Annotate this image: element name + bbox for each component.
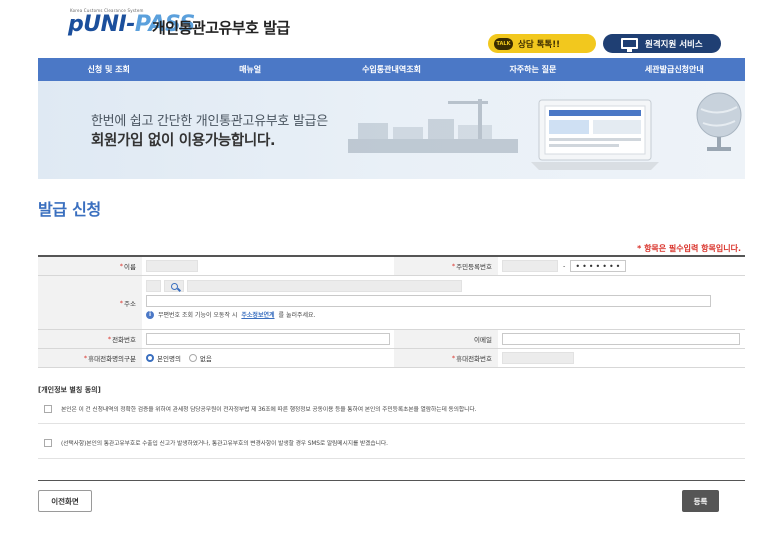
banner-line2: 회원가입 없이 이용가능합니다.: [91, 133, 276, 149]
address-info-prefix: 무편번호 조회 기능이 오동작 시: [158, 312, 238, 319]
rrn-masked: •••••••: [575, 261, 623, 271]
postcode-field[interactable]: [146, 280, 161, 292]
email-label: 이메일: [474, 336, 492, 344]
address-link[interactable]: 주소정보연계: [241, 310, 274, 319]
promo-banner: 한번에 쉽고 간단한 개인통관고유부호 발급은 회원가입 없이 이용가능합니다.: [38, 81, 745, 179]
name-field[interactable]: [146, 260, 198, 272]
banner-line1-suffix: 개인통관고유부호 발급은: [195, 114, 328, 129]
form-row-address: * 주소 i 무편번호 조회 기능이 오동작 시 주소정보연계 를 눌러주세요.: [38, 276, 745, 330]
chat-consult-button[interactable]: TALK 상담 톡톡!!: [488, 34, 596, 53]
search-icon: [170, 282, 178, 290]
mobile-field[interactable]: [502, 352, 574, 364]
mobile-label: 휴대전화번호: [456, 355, 492, 363]
email-label-cell: 이메일: [394, 330, 498, 348]
remote-support-label: 원격지원 서비스: [645, 39, 703, 50]
rrn-back-field[interactable]: •••••••: [570, 260, 627, 272]
mobile-type-label: 휴대전화명의구분: [88, 355, 136, 363]
phone-cell: [142, 330, 394, 348]
radio-none-label: 없음: [199, 355, 212, 363]
top-header: Korea Customs Clearance System pUNI-PASS…: [0, 0, 783, 58]
postcode-line: [146, 280, 462, 292]
phone-label-cell: * 전화번호: [38, 330, 142, 348]
consent-checkbox-1[interactable]: [44, 404, 52, 413]
info-icon: i: [146, 310, 154, 319]
phone-field[interactable]: [146, 333, 390, 345]
prev-screen-button[interactable]: 이전화면: [38, 490, 92, 512]
laptop-illustration: [531, 99, 659, 170]
address-cell: i 무편번호 조회 기능이 오동작 시 주소정보연계 를 눌러주세요.: [142, 276, 745, 329]
required-mark: *: [451, 262, 456, 270]
radio-dot-checked: [146, 354, 154, 362]
main-nav: 신청 및 조회 매뉴얼 수입통관내역조회 자주하는 질문 세관발급신청안내: [38, 58, 745, 81]
chat-bubble-icon: TALK: [494, 37, 513, 50]
name-label: 이름: [124, 263, 136, 271]
banner-line1-prefix: 한번에 쉽고 간단한: [91, 114, 196, 129]
radio-own-name-label: 본인명의: [157, 355, 181, 363]
rrn-dash: -: [563, 262, 566, 270]
required-mark: *: [119, 262, 124, 270]
address-label-cell: * 주소: [38, 276, 142, 329]
mobile-label-cell: * 휴대전화번호: [394, 349, 498, 367]
consent-text-1: 본인은 이 건 신청내역의 정확한 검증을 위하여 관세청 담당공무원이 전자정…: [61, 407, 477, 413]
required-mark: *: [119, 298, 124, 307]
nav-item-manual[interactable]: 매뉴얼: [179, 58, 320, 81]
postcode-search-button[interactable]: [164, 280, 184, 292]
divider-bottom: [38, 480, 745, 481]
globe-illustration: [696, 92, 742, 151]
phone-label: 전화번호: [112, 336, 136, 344]
required-mark: *: [451, 354, 456, 362]
site-title: 개인통관고유부호 발급: [152, 19, 290, 37]
consent-checkbox-2[interactable]: [44, 438, 52, 447]
form-row-mobile: * 휴대전화명의구분 본인명의 없음 * 휴대전화번호: [38, 349, 745, 368]
nav-item-customs-guide[interactable]: 세관발급신청안내: [604, 58, 745, 81]
logo-uni: UNI-: [83, 12, 135, 37]
divider: [38, 458, 745, 459]
form-row-name: * 이름 * 주민등록번호 - •••••••: [38, 257, 745, 276]
address-info-suffix: 를 눌러주세요.: [278, 312, 316, 319]
radio-own-name[interactable]: 본인명의: [146, 353, 181, 363]
email-cell: [498, 330, 745, 348]
cargo-ship-illustration: [348, 99, 518, 153]
rrn-front-field[interactable]: [502, 260, 558, 272]
banner-line1: 한번에 쉽고 간단한 개인통관고유부호 발급은: [91, 110, 328, 129]
address-detail-field[interactable]: [146, 295, 711, 307]
rrn-cell: - •••••••: [498, 257, 745, 275]
nav-item-import-history[interactable]: 수입통관내역조회: [321, 58, 462, 81]
chat-consult-label: 상담 톡톡!!: [518, 39, 560, 50]
radio-dot: [188, 354, 197, 362]
name-label-cell: * 이름: [38, 257, 142, 275]
logo-p: p: [68, 12, 84, 37]
address-base-field[interactable]: [187, 280, 462, 292]
mobile-type-cell: 본인명의 없음: [142, 349, 394, 367]
page-title: 발급 신청: [38, 200, 101, 219]
consent-item-1: 본인은 이 건 신청내역의 정확한 검증을 위하여 관세청 담당공무원이 전자정…: [38, 404, 745, 413]
consent-title: [개인정보 별칭 동의]: [38, 386, 101, 394]
address-label: 주소: [124, 299, 136, 308]
monitor-icon: [621, 38, 638, 52]
address-info: i 무편번호 조회 기능이 오동작 시 주소정보연계 를 눌러주세요.: [146, 310, 315, 319]
name-cell: [142, 257, 394, 275]
form-row-phone: * 전화번호 이메일: [38, 330, 745, 349]
required-mark: *: [83, 354, 88, 362]
nav-item-faq[interactable]: 자주하는 질문: [462, 58, 603, 81]
register-button[interactable]: 등록: [682, 490, 719, 512]
email-field[interactable]: [502, 333, 740, 345]
radio-none[interactable]: 없음: [188, 353, 212, 363]
mobile-type-label-cell: * 휴대전화명의구분: [38, 349, 142, 367]
mobile-cell: [498, 349, 745, 367]
required-mark: *: [107, 335, 112, 343]
consent-item-2: (선택사항)본인의 통관고유부호로 수출입 신고가 발생하였거나, 통관고유부호…: [38, 438, 745, 447]
divider: [38, 423, 745, 424]
rrn-label-cell: * 주민등록번호: [394, 257, 498, 275]
remote-support-button[interactable]: 원격지원 서비스: [603, 34, 721, 53]
rrn-label: 주민등록번호: [456, 263, 492, 271]
nav-item-apply[interactable]: 신청 및 조회: [38, 58, 179, 81]
consent-text-2: (선택사항)본인의 통관고유부호로 수출입 신고가 발생하였거나, 통관고유부호…: [61, 441, 388, 447]
application-form: * 이름 * 주민등록번호 - ••••••• * 주소 i 무편번호 조회 기능이 …: [38, 255, 745, 368]
required-note: * 항목은 필수입력 항목입니다.: [637, 244, 741, 253]
